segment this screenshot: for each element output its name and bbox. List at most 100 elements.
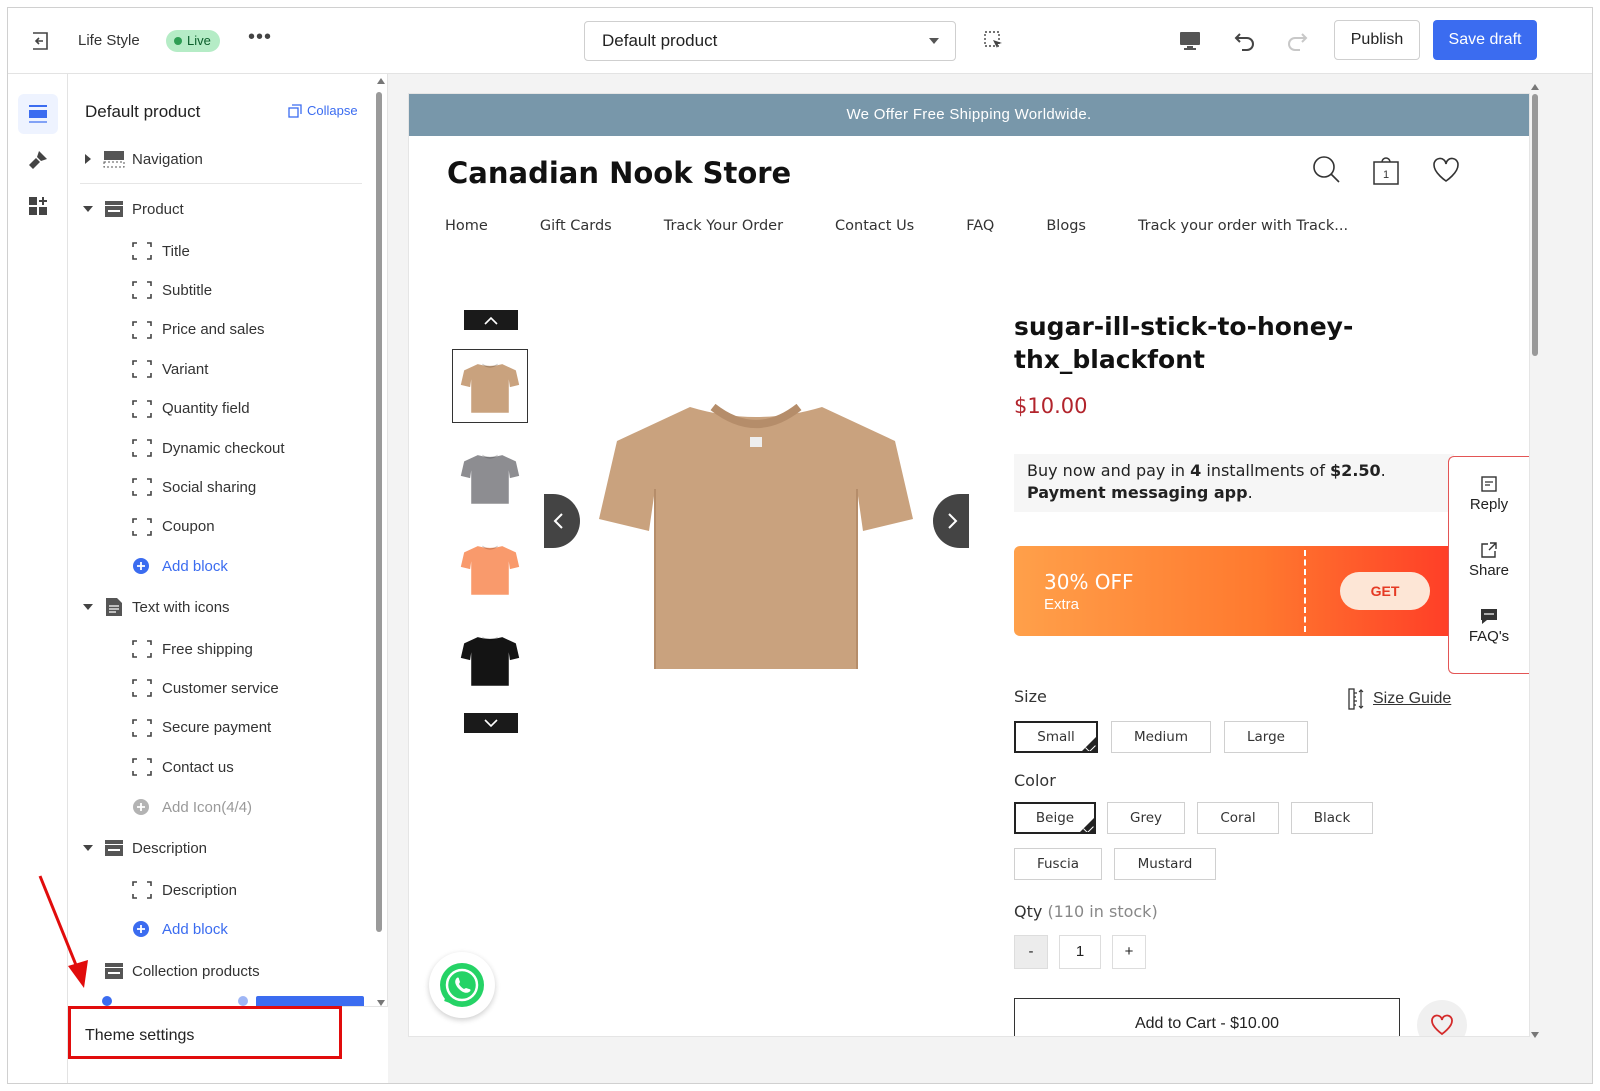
- preview-scrollbar[interactable]: [1532, 94, 1538, 356]
- variant-option[interactable]: Black: [1291, 802, 1373, 834]
- preview-scroll-down-icon[interactable]: [1531, 1032, 1539, 1038]
- reply-button[interactable]: Reply: [1449, 475, 1529, 513]
- desktop-view-icon[interactable]: [1178, 29, 1202, 53]
- section-product[interactable]: Product: [68, 194, 368, 224]
- pay-app-name[interactable]: Payment messaging app: [1027, 483, 1248, 502]
- block-label: Contact us: [162, 758, 234, 776]
- add-section-dot-icon: [102, 996, 112, 1006]
- exit-icon[interactable]: [30, 30, 52, 52]
- nav-link[interactable]: Track Your Order: [664, 218, 783, 234]
- block-item[interactable]: Quantity field: [132, 394, 250, 424]
- prev-image-button[interactable]: [544, 494, 580, 548]
- wishlist-button[interactable]: [1417, 1000, 1467, 1036]
- section-navigation[interactable]: Navigation: [68, 144, 368, 174]
- collapse-button[interactable]: Collapse: [288, 103, 358, 118]
- save-draft-button[interactable]: Save draft: [1433, 20, 1537, 60]
- qty-decrement-button[interactable]: -: [1014, 935, 1048, 969]
- collapse-icon: [288, 103, 302, 118]
- share-button[interactable]: Share: [1449, 541, 1529, 579]
- section-icon: [102, 837, 126, 859]
- icon-block-item[interactable]: Contact us: [132, 752, 234, 782]
- divider: [80, 183, 362, 184]
- chevron-left-icon: [553, 513, 563, 529]
- variant-option-label: Large: [1247, 729, 1285, 745]
- scroll-up-arrow-icon[interactable]: [377, 78, 385, 84]
- product-main-image[interactable]: [595, 369, 917, 681]
- product-title: sugar-ill-stick-to-honey-thx_blackfont: [1014, 312, 1354, 374]
- variant-option[interactable]: Fuscia: [1014, 848, 1102, 880]
- icon-block-item[interactable]: Free shipping: [132, 634, 253, 664]
- block-item[interactable]: Social sharing: [132, 472, 256, 502]
- variant-option[interactable]: Medium: [1111, 721, 1211, 753]
- main-nav: Home Gift Cards Track Your Order Contact Us…: [445, 218, 1400, 234]
- rail-apps[interactable]: [18, 186, 58, 226]
- stock-note: (110 in stock): [1047, 902, 1158, 921]
- block-item[interactable]: Dynamic checkout: [132, 433, 285, 463]
- payment-message: Buy now and pay in 4 installments of $2.…: [1014, 454, 1454, 512]
- add-icon-button[interactable]: Add Icon(4/4): [132, 792, 252, 822]
- header-section-icon: [102, 148, 126, 170]
- block-item[interactable]: Price and sales: [132, 315, 265, 345]
- variant-option[interactable]: Coral: [1197, 802, 1279, 834]
- preview-scroll-up-icon[interactable]: [1531, 84, 1539, 90]
- faq-button[interactable]: FAQ's: [1449, 607, 1529, 645]
- nav-link[interactable]: Track your order with Track...: [1138, 218, 1348, 234]
- cart-icon[interactable]: 1: [1371, 154, 1401, 186]
- add-block-button[interactable]: Add block: [132, 551, 228, 581]
- variant-option[interactable]: Mustard: [1114, 848, 1216, 880]
- icon-block-item[interactable]: Secure payment: [132, 713, 271, 743]
- thumb-up-button[interactable]: [464, 310, 518, 330]
- add-block-button[interactable]: Add block: [132, 914, 228, 944]
- section-label: Collection products: [132, 962, 260, 980]
- qty-input[interactable]: 1: [1059, 935, 1101, 969]
- rail-theme-styles[interactable]: [18, 140, 58, 180]
- variant-option[interactable]: Grey: [1107, 802, 1185, 834]
- qty-increment-button[interactable]: +: [1112, 935, 1146, 969]
- nav-link[interactable]: Contact Us: [835, 218, 914, 234]
- coupon-get-button[interactable]: GET: [1340, 572, 1430, 610]
- chevron-right-icon: [948, 513, 958, 529]
- chevron-right-icon: [80, 154, 96, 164]
- variant-option-label: Beige: [1035, 810, 1075, 826]
- block-item[interactable]: Coupon: [132, 512, 215, 542]
- variant-option-label: Grey: [1129, 810, 1162, 826]
- search-icon[interactable]: [1311, 154, 1341, 186]
- redo-icon[interactable]: [1284, 28, 1310, 54]
- inspect-select-icon[interactable]: [983, 30, 1005, 52]
- sidebar-scrollbar[interactable]: [376, 92, 382, 932]
- block-description[interactable]: Description: [132, 875, 237, 905]
- theme-settings-link[interactable]: Theme settings: [85, 1027, 194, 1045]
- undo-icon[interactable]: [1232, 28, 1258, 54]
- block-item[interactable]: Subtitle: [132, 275, 212, 305]
- section-text-with-icons[interactable]: Text with icons: [68, 592, 368, 622]
- section-description[interactable]: Description: [68, 833, 368, 863]
- product-thumbnail[interactable]: [452, 622, 528, 696]
- section-collection-products[interactable]: Collection products: [68, 956, 368, 986]
- publish-button[interactable]: Publish: [1334, 20, 1420, 60]
- thumb-down-button[interactable]: [464, 713, 518, 733]
- rail-sections[interactable]: [18, 94, 58, 134]
- product-thumbnail[interactable]: [452, 531, 528, 605]
- add-to-cart-button[interactable]: Add to Cart - $10.00: [1014, 998, 1400, 1036]
- template-select[interactable]: Default product: [584, 21, 956, 61]
- heart-icon[interactable]: [1431, 154, 1461, 186]
- block-bracket-icon: [132, 281, 152, 300]
- nav-link[interactable]: Home: [445, 218, 488, 234]
- icon-block-item[interactable]: Customer service: [132, 673, 279, 703]
- next-image-button[interactable]: [933, 494, 969, 548]
- variant-option[interactable]: Beige: [1014, 802, 1096, 834]
- block-item[interactable]: Title: [132, 236, 190, 266]
- nav-link[interactable]: Blogs: [1046, 218, 1086, 234]
- nav-link[interactable]: Gift Cards: [540, 218, 612, 234]
- nav-link[interactable]: FAQ: [966, 218, 994, 234]
- store-logo-text[interactable]: Canadian Nook Store: [447, 156, 791, 190]
- size-guide-link[interactable]: Size Guide: [1347, 688, 1451, 710]
- whatsapp-chat-button[interactable]: [429, 952, 495, 1018]
- more-options-icon[interactable]: •••: [248, 26, 272, 49]
- apps-grid-icon: [29, 197, 47, 215]
- block-item[interactable]: Variant: [132, 354, 208, 384]
- variant-option[interactable]: Large: [1224, 721, 1308, 753]
- product-thumbnail[interactable]: [452, 349, 528, 423]
- variant-option[interactable]: Small: [1014, 721, 1098, 753]
- product-thumbnail[interactable]: [452, 440, 528, 514]
